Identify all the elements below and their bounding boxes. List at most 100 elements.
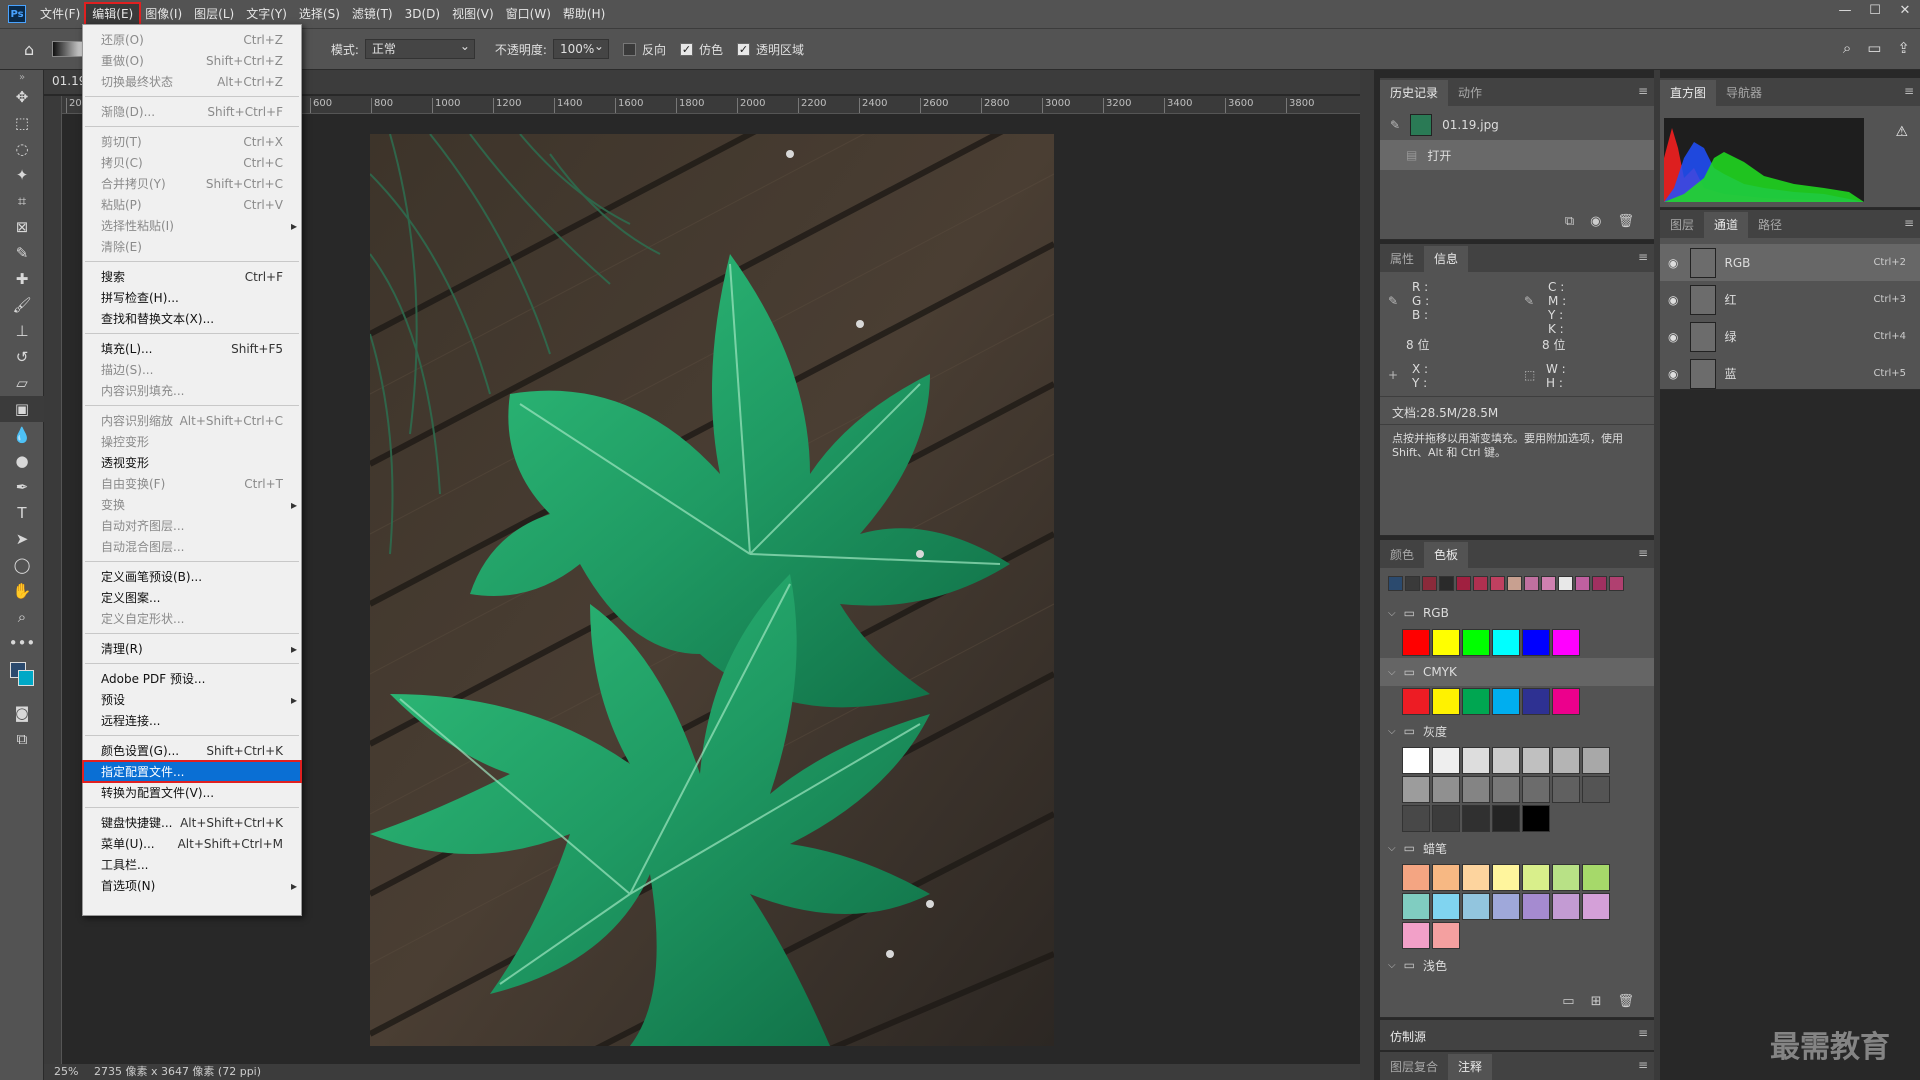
maximize-button[interactable]: ☐ [1860, 0, 1890, 28]
tab-actions[interactable]: 动作 [1448, 80, 1492, 106]
search-icon[interactable]: ⌕ [1843, 39, 1851, 57]
tab-layers[interactable]: 图层 [1660, 212, 1704, 238]
edit-menu-item[interactable]: 菜单(U)... Alt+Shift+Ctrl+M [83, 833, 301, 854]
menu-3[interactable]: 图层(L) [188, 4, 240, 24]
menu-8[interactable]: 视图(V) [446, 4, 500, 24]
new-document-icon[interactable]: ⧉ [1565, 214, 1574, 229]
panel-menu-icon[interactable]: ≡ [1638, 1026, 1648, 1040]
tab-clone-source[interactable]: 仿制源 [1380, 1024, 1437, 1050]
swatch[interactable] [1552, 747, 1580, 774]
swatch[interactable] [1582, 864, 1610, 891]
eye-icon[interactable]: ◉ [1668, 330, 1678, 344]
path-selection-tool-icon[interactable]: ➤ [0, 526, 44, 552]
menu-4[interactable]: 文字(Y) [240, 4, 293, 24]
swatch[interactable] [1522, 629, 1550, 656]
swatch[interactable] [1432, 893, 1460, 920]
edit-menu-item[interactable]: 转换为配置文件(V)... [83, 782, 301, 803]
recent-swatch[interactable] [1422, 576, 1437, 591]
transparency-checkbox[interactable]: ✓ [736, 42, 750, 56]
swatch[interactable] [1522, 688, 1550, 715]
panel-menu-icon[interactable]: ≡ [1904, 84, 1914, 98]
swatch[interactable] [1492, 688, 1520, 715]
quick-mask-icon[interactable]: ◙ [0, 700, 44, 726]
swatch[interactable] [1432, 864, 1460, 891]
edit-menu-item[interactable]: 搜索 Ctrl+F [83, 266, 301, 287]
eraser-tool-icon[interactable]: ▱ [0, 370, 44, 396]
panel-menu-icon[interactable]: ≡ [1638, 546, 1648, 560]
swatch[interactable] [1522, 776, 1550, 803]
mode-select[interactable]: 正常 [364, 37, 475, 59]
chevron-down-icon[interactable]: ⌵ [1388, 843, 1396, 854]
edit-menu-item[interactable]: 首选项(N) [83, 875, 301, 896]
edit-menu-item[interactable]: 清理(R) [83, 638, 301, 659]
healing-brush-tool-icon[interactable]: ✚ [0, 266, 44, 292]
folder-icon[interactable]: ▭ [1562, 994, 1574, 1009]
swatch[interactable] [1492, 776, 1520, 803]
swatch-folder[interactable]: ⌵ ▭ 灰度 [1380, 717, 1654, 745]
chevron-down-icon[interactable]: ⌵ [1388, 667, 1396, 678]
swatch[interactable] [1402, 776, 1430, 803]
recent-swatch[interactable] [1405, 576, 1420, 591]
menu-6[interactable]: 滤镜(T) [346, 4, 399, 24]
tab-layer-comps[interactable]: 图层复合 [1380, 1054, 1448, 1080]
channel-row[interactable]: ◉ RGB Ctrl+2 [1660, 244, 1920, 281]
edit-menu-item[interactable]: Adobe PDF 预设... [83, 668, 301, 689]
edit-menu-item[interactable]: 指定配置文件... [82, 760, 302, 783]
swatch[interactable] [1432, 805, 1460, 832]
dither-checkbox[interactable]: ✓ [679, 42, 693, 56]
opacity-input[interactable]: 100% [552, 37, 609, 59]
tab-properties[interactable]: 属性 [1380, 246, 1424, 272]
tab-history[interactable]: 历史记录 [1380, 80, 1449, 106]
workspace-icon[interactable]: ▭ [1867, 39, 1881, 57]
panel-menu-icon[interactable]: ≡ [1904, 216, 1914, 230]
clone-stamp-tool-icon[interactable]: ⊥ [0, 318, 44, 344]
recent-swatch[interactable] [1439, 576, 1454, 591]
type-tool-icon[interactable]: T [0, 500, 44, 526]
recent-swatch[interactable] [1609, 576, 1624, 591]
swatch-folder[interactable]: ⌵ ▭ RGB [1380, 599, 1654, 627]
recent-swatch[interactable] [1388, 576, 1403, 591]
swatch[interactable] [1402, 922, 1430, 949]
menu-0[interactable]: 文件(F) [34, 4, 86, 24]
edit-menu-item[interactable]: 透视变形 [83, 452, 301, 473]
panel-menu-icon[interactable]: ≡ [1638, 1058, 1648, 1072]
gradient-tool-icon[interactable]: ▣ [0, 396, 44, 422]
magic-wand-tool-icon[interactable]: ✦ [0, 162, 44, 188]
dodge-tool-icon[interactable]: ● [0, 448, 44, 474]
swatch[interactable] [1492, 893, 1520, 920]
chevron-down-icon[interactable]: ⌵ [1388, 726, 1396, 737]
edit-menu-item[interactable]: 工具栏... [83, 854, 301, 875]
recent-swatch[interactable] [1490, 576, 1505, 591]
background-color[interactable] [18, 670, 34, 686]
menu-9[interactable]: 窗口(W) [500, 4, 557, 24]
edit-menu-item[interactable]: 颜色设置(G)... Shift+Ctrl+K [83, 740, 301, 761]
swatch[interactable] [1522, 747, 1550, 774]
edit-menu-item[interactable]: 拼写检查(H)... [83, 287, 301, 308]
tab-color[interactable]: 颜色 [1380, 542, 1424, 568]
eye-icon[interactable]: ◉ [1668, 293, 1678, 307]
swatch[interactable] [1462, 629, 1490, 656]
menu-7[interactable]: 3D(D) [399, 4, 446, 24]
zoom-tool-icon[interactable]: ⌕ [0, 604, 44, 630]
frame-tool-icon[interactable]: ⊠ [0, 214, 44, 240]
swatch[interactable] [1492, 805, 1520, 832]
swatch[interactable] [1432, 629, 1460, 656]
reverse-checkbox[interactable] [622, 42, 636, 56]
panel-menu-icon[interactable]: ≡ [1638, 250, 1648, 264]
chevron-down-icon[interactable]: ⌵ [1388, 608, 1396, 619]
blur-tool-icon[interactable]: 💧 [0, 422, 44, 448]
crop-tool-icon[interactable]: ⌗ [0, 188, 44, 214]
move-tool-icon[interactable]: ✥ [0, 84, 44, 110]
marquee-tool-icon[interactable]: ⬚ [0, 110, 44, 136]
zoom-level[interactable]: 25% [54, 1065, 78, 1078]
share-icon[interactable]: ⇪ [1897, 39, 1910, 57]
swatch[interactable] [1492, 629, 1520, 656]
recent-swatch[interactable] [1507, 576, 1522, 591]
pen-tool-icon[interactable]: ✒ [0, 474, 44, 500]
menu-1[interactable]: 编辑(E) [84, 2, 142, 26]
history-step[interactable]: ▤ 打开 [1380, 140, 1654, 170]
edit-menu-item[interactable]: 预设 [83, 689, 301, 710]
swatch[interactable] [1462, 805, 1490, 832]
eye-icon[interactable]: ◉ [1668, 367, 1678, 381]
swatch[interactable] [1552, 629, 1580, 656]
